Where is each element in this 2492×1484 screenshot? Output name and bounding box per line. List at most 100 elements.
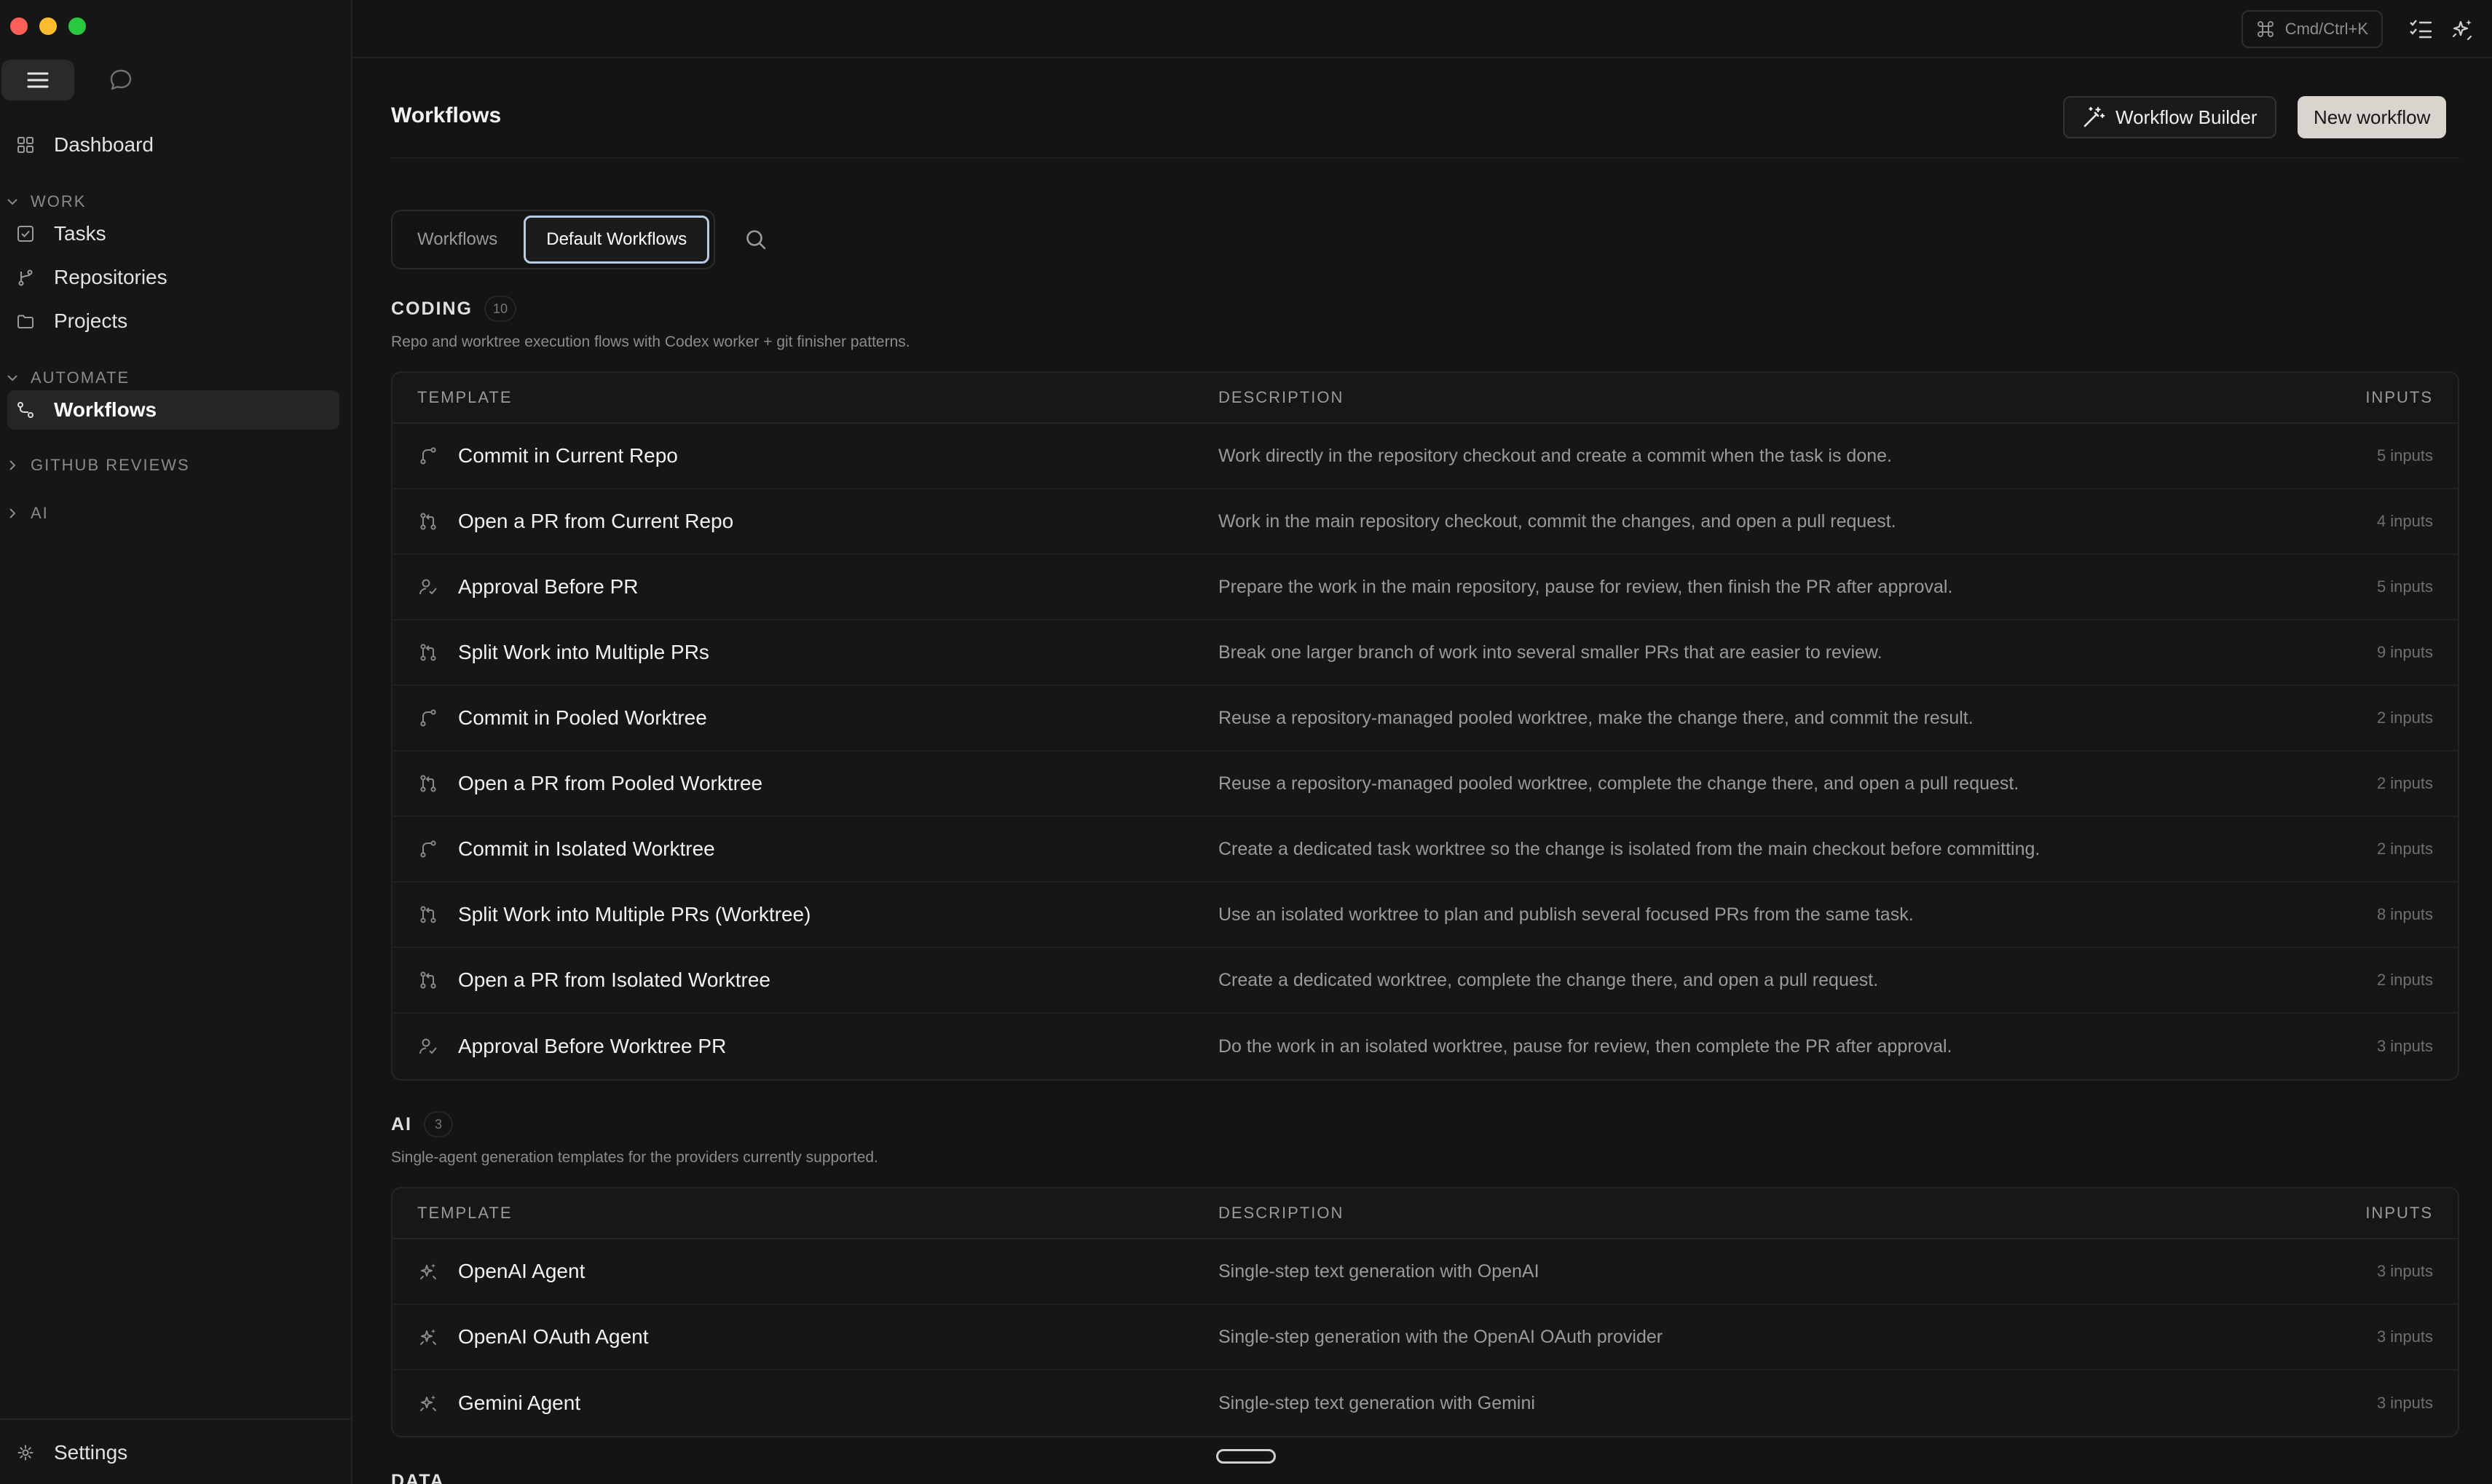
scroll-handle[interactable]: [1216, 1449, 1276, 1464]
search-icon: [746, 230, 766, 250]
tab-workflows[interactable]: Workflows: [397, 216, 518, 264]
table-row[interactable]: Split Work into Multiple PRs Break one la…: [393, 620, 2458, 686]
sidebar-item-workflows[interactable]: Workflows: [7, 390, 339, 430]
table-row[interactable]: Approval Before Worktree PR Do the work i…: [393, 1014, 2458, 1079]
section-label: WORK: [31, 192, 87, 210]
user-check-icon: [417, 1035, 439, 1057]
chat-button[interactable]: [84, 60, 157, 100]
template-description: Reuse a repository-managed pooled worktr…: [1218, 707, 1974, 728]
sidebar-toolbar: [1, 60, 157, 100]
table-header: TEMPLATE DESCRIPTION INPUTS: [393, 373, 2458, 424]
tab-default-workflows[interactable]: Default Workflows: [524, 216, 710, 264]
maximize-window-button[interactable]: [68, 17, 86, 35]
template-name: Open a PR from Isolated Worktree: [458, 968, 770, 991]
template-inputs-count: 5 inputs: [2376, 446, 2433, 465]
sidebar-item-label: Workflows: [54, 398, 157, 421]
sidebar-item-label: Projects: [54, 309, 128, 332]
workflow-builder-label: Workflow Builder: [2116, 106, 2258, 128]
table-row[interactable]: Open a PR from Pooled Worktree Reuse a re…: [393, 751, 2458, 817]
table-row[interactable]: Approval Before PR Prepare the work in th…: [393, 555, 2458, 620]
template-inputs-count: 9 inputs: [2376, 643, 2433, 661]
top-bar: Cmd/Ctrl+K: [352, 0, 2492, 58]
workflow-builder-button[interactable]: Workflow Builder: [2063, 96, 2276, 138]
section-label: AUTOMATE: [31, 368, 130, 387]
sidebar-item-label: Repositories: [54, 266, 167, 288]
table-row[interactable]: Gemini Agent Single-step text generation …: [393, 1370, 2458, 1436]
template-description: Prepare the work in the main repository,…: [1218, 576, 1953, 597]
template-description: Reuse a repository-managed pooled worktr…: [1218, 773, 2019, 794]
section-label: GITHUB REVIEWS: [31, 456, 190, 474]
chevron-right-icon: [4, 505, 20, 521]
table-row[interactable]: Commit in Current Repo Work directly in t…: [393, 424, 2458, 489]
git-pull-request-icon: [417, 773, 439, 794]
template-name: Split Work into Multiple PRs: [458, 641, 709, 663]
template-cell: Commit in Isolated Worktree: [393, 837, 1218, 861]
template-description: Create a dedicated worktree, complete th…: [1218, 969, 1879, 990]
task-list-button[interactable]: [2405, 13, 2437, 45]
table-row[interactable]: Open a PR from Current Repo Work in the m…: [393, 489, 2458, 555]
sidebar-item-label: Dashboard: [54, 133, 154, 156]
template-description: Work directly in the repository checkout…: [1218, 445, 1892, 466]
git-commit-icon: [417, 445, 439, 467]
minimize-window-button[interactable]: [39, 17, 57, 35]
search-button[interactable]: [739, 223, 773, 256]
table-row[interactable]: Split Work into Multiple PRs (Worktree) U…: [393, 883, 2458, 948]
template-description: Do the work in an isolated worktree, pau…: [1218, 1035, 1952, 1057]
table-row[interactable]: OpenAI OAuth Agent Single-step generation…: [393, 1305, 2458, 1370]
column-header-description: DESCRIPTION: [1218, 388, 1344, 406]
template-inputs-count: 4 inputs: [2376, 512, 2433, 530]
template-description: Use an isolated worktree to plan and pub…: [1218, 904, 1914, 925]
chevron-down-icon: [4, 370, 20, 386]
template-inputs-count: 3 inputs: [2376, 1394, 2433, 1412]
app-window: Dashboard WORK Tasks Repositories Projec…: [0, 0, 2492, 1484]
sidebar-item-tasks[interactable]: Tasks: [7, 214, 339, 253]
sidebar-item-settings[interactable]: Settings: [7, 1433, 339, 1472]
column-header-inputs: INPUTS: [2365, 388, 2433, 406]
template-cell: Commit in Current Repo: [393, 444, 1218, 467]
sidebar-item-repositories[interactable]: Repositories: [7, 258, 339, 297]
template-name: Approval Before Worktree PR: [458, 1035, 727, 1057]
group-title-ai: AI 3: [391, 1111, 453, 1137]
template-inputs-count: 2 inputs: [2376, 709, 2433, 727]
group-title-label: AI: [391, 1113, 412, 1134]
sidebar-toggle-button[interactable]: [1, 60, 74, 100]
chevron-right-icon: [4, 457, 20, 473]
sidebar-item-projects[interactable]: Projects: [7, 301, 339, 341]
close-window-button[interactable]: [10, 17, 28, 35]
template-cell: Open a PR from Isolated Worktree: [393, 968, 1218, 992]
table-row[interactable]: OpenAI Agent Single-step text generation …: [393, 1239, 2458, 1305]
template-inputs-count: 5 inputs: [2376, 577, 2433, 596]
table-row[interactable]: Commit in Pooled Worktree Reuse a reposit…: [393, 686, 2458, 751]
header-divider: [391, 157, 2459, 159]
template-description: Single-step text generation with Gemini: [1218, 1392, 1535, 1413]
new-workflow-button[interactable]: New workflow: [2298, 96, 2447, 138]
template-inputs-count: 2 inputs: [2376, 774, 2433, 792]
sparkles-icon: [417, 1260, 439, 1282]
menu-icon: [27, 72, 49, 88]
sparkles-icon: [417, 1392, 439, 1414]
section-automate[interactable]: AUTOMATE: [4, 368, 130, 387]
table-row[interactable]: Commit in Isolated Worktree Create a dedi…: [393, 817, 2458, 883]
table-row[interactable]: Open a PR from Isolated Worktree Create a…: [393, 948, 2458, 1014]
sidebar-item-dashboard[interactable]: Dashboard: [7, 125, 339, 165]
git-branch-icon: [15, 267, 36, 288]
ai-assistant-button[interactable]: [2447, 13, 2479, 45]
group-title-coding: CODING 10: [391, 296, 517, 322]
template-name: Approval Before PR: [458, 575, 639, 598]
sparkles-icon: [417, 1326, 439, 1348]
section-ai[interactable]: AI: [4, 504, 49, 523]
chevron-down-icon: [4, 194, 20, 210]
column-header-template: TEMPLATE: [417, 1204, 513, 1222]
command-palette-button[interactable]: Cmd/Ctrl+K: [2241, 10, 2383, 48]
section-github-reviews[interactable]: GITHUB REVIEWS: [4, 456, 190, 475]
coding-templates-table: TEMPLATE DESCRIPTION INPUTS Commit in Cu…: [391, 371, 2459, 1081]
magic-wand-icon: [2082, 106, 2105, 129]
template-name: Split Work into Multiple PRs (Worktree): [458, 903, 811, 925]
template-cell: Split Work into Multiple PRs (Worktree): [393, 903, 1218, 926]
section-work[interactable]: WORK: [4, 192, 86, 211]
workflow-tabs: Workflows Default Workflows: [391, 210, 716, 269]
list-check-icon: [2410, 20, 2432, 39]
section-label: AI: [31, 504, 49, 522]
user-check-icon: [417, 576, 439, 598]
column-header-template: TEMPLATE: [417, 388, 513, 406]
